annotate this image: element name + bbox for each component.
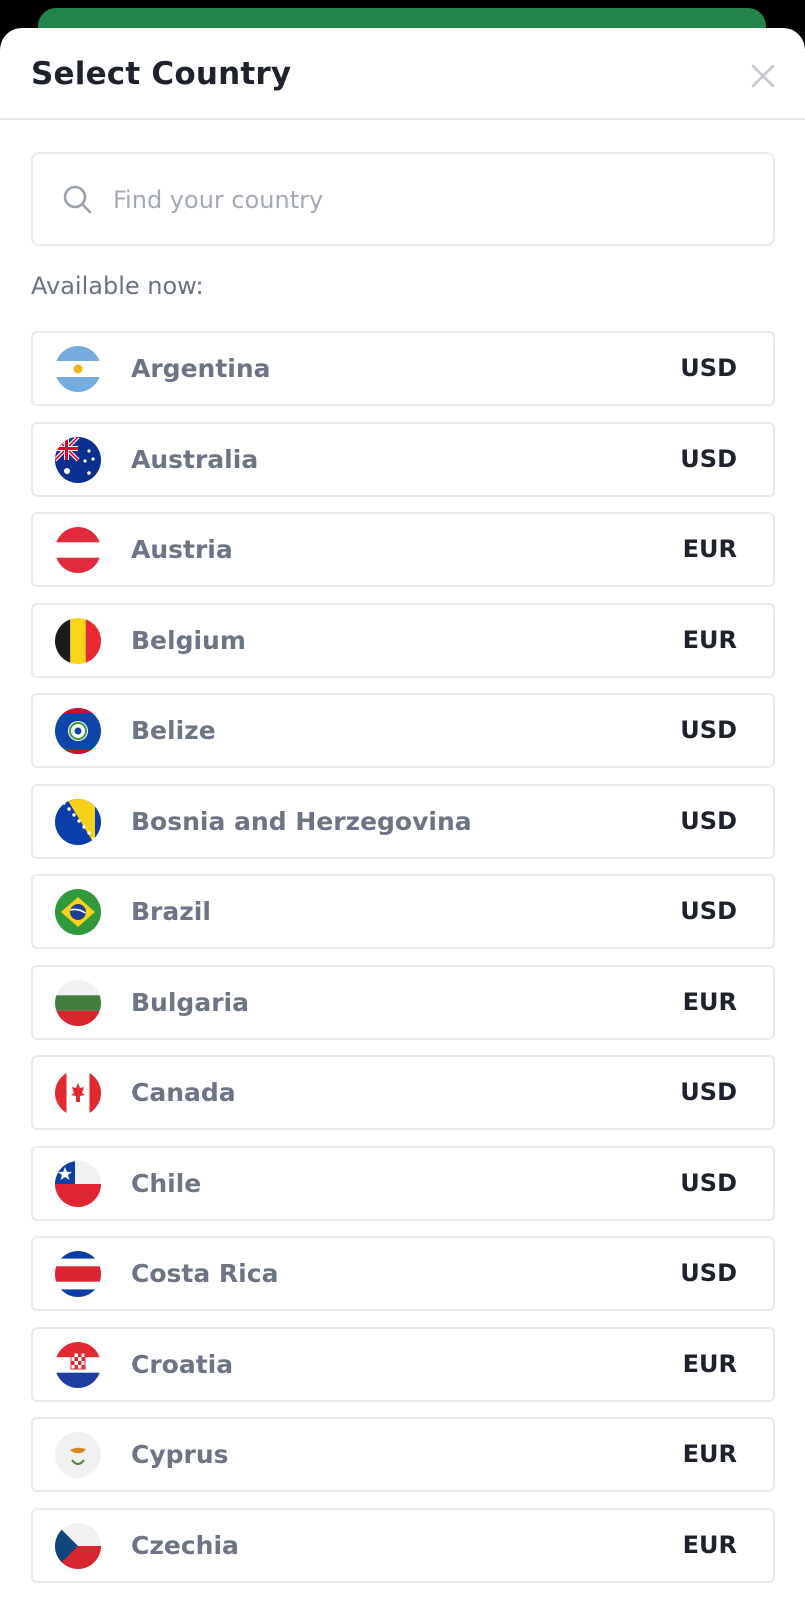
currency-label: EUR: [682, 535, 737, 563]
currency-label: USD: [680, 897, 737, 925]
australia-flag-icon: [55, 436, 101, 483]
belize-flag-icon: [55, 708, 101, 754]
country-name: Costa Rica: [131, 1259, 279, 1288]
currency-label: EUR: [682, 1440, 737, 1468]
country-row-cyprus[interactable]: Cyprus EUR: [31, 1417, 775, 1492]
currency-label: EUR: [682, 1530, 737, 1559]
currency-label: EUR: [682, 625, 737, 654]
country-row-bosnia-and-herzegovina[interactable]: Bosnia and Herzegovina USD: [31, 783, 775, 859]
country-name: Australia: [131, 444, 259, 474]
country-row-australia[interactable]: Australia USD: [31, 421, 775, 497]
country-row-czechia[interactable]: Czechia EUR: [31, 1507, 775, 1583]
section-label: Available now:: [31, 272, 204, 300]
country-name: Cyprus: [131, 1440, 229, 1469]
belgium-flag-icon: [55, 617, 101, 664]
currency-label: USD: [680, 354, 737, 382]
search-input[interactable]: [111, 170, 755, 230]
brazil-flag-icon: [55, 889, 101, 935]
country-name: Austria: [131, 535, 233, 564]
country-name: Argentina: [131, 354, 271, 383]
currency-label: USD: [680, 1168, 737, 1197]
country-name: Bulgaria: [131, 987, 249, 1017]
czechia-flag-icon: [55, 1522, 101, 1569]
page-title: Select Country: [31, 56, 292, 92]
currency-label: EUR: [682, 1349, 737, 1378]
close-icon: [751, 64, 775, 88]
close-button[interactable]: [745, 58, 781, 94]
currency-label: USD: [680, 444, 737, 473]
country-row-canada[interactable]: Canada USD: [31, 1055, 775, 1130]
country-name: Chile: [131, 1168, 202, 1198]
country-row-costa-rica[interactable]: Costa Rica USD: [31, 1236, 775, 1311]
country-row-argentina[interactable]: Argentina USD: [31, 331, 775, 406]
bulgaria-flag-icon: [55, 979, 101, 1026]
cyprus-flag-icon: [55, 1432, 101, 1478]
country-row-croatia[interactable]: Croatia EUR: [31, 1326, 775, 1402]
country-name: Bosnia and Herzegovina: [131, 806, 472, 836]
country-row-bulgaria[interactable]: Bulgaria EUR: [31, 964, 775, 1040]
costa-rica-flag-icon: [55, 1251, 101, 1297]
canada-flag-icon: [55, 1070, 101, 1116]
country-name: Belgium: [131, 625, 246, 655]
select-country-sheet: Select Country Available now:: [0, 28, 805, 1600]
country-name: Belize: [131, 716, 216, 745]
currency-label: USD: [680, 1259, 737, 1287]
country-row-belgium[interactable]: Belgium EUR: [31, 602, 775, 678]
country-name: Brazil: [131, 897, 211, 926]
sheet-header: Select Country: [0, 28, 805, 120]
austria-flag-icon: [55, 527, 101, 573]
country-name: Croatia: [131, 1349, 234, 1379]
country-row-chile[interactable]: Chile USD: [31, 1145, 775, 1221]
search-box[interactable]: [31, 152, 775, 246]
search-icon: [63, 185, 92, 214]
country-name: Canada: [131, 1078, 236, 1107]
bosnia-flag-icon: [55, 798, 101, 845]
country-row-brazil[interactable]: Brazil USD: [31, 874, 775, 949]
country-name: Czechia: [131, 1530, 239, 1560]
country-row-belize[interactable]: Belize USD: [31, 693, 775, 768]
currency-label: USD: [680, 716, 737, 744]
country-list: Argentina USD Australia USD Austria EUR …: [31, 331, 775, 1584]
chile-flag-icon: [55, 1160, 101, 1207]
argentina-flag-icon: [55, 346, 101, 392]
currency-label: EUR: [682, 987, 737, 1016]
country-row-austria[interactable]: Austria EUR: [31, 512, 775, 587]
currency-label: USD: [680, 1078, 737, 1106]
currency-label: USD: [680, 806, 737, 835]
croatia-flag-icon: [55, 1341, 101, 1388]
